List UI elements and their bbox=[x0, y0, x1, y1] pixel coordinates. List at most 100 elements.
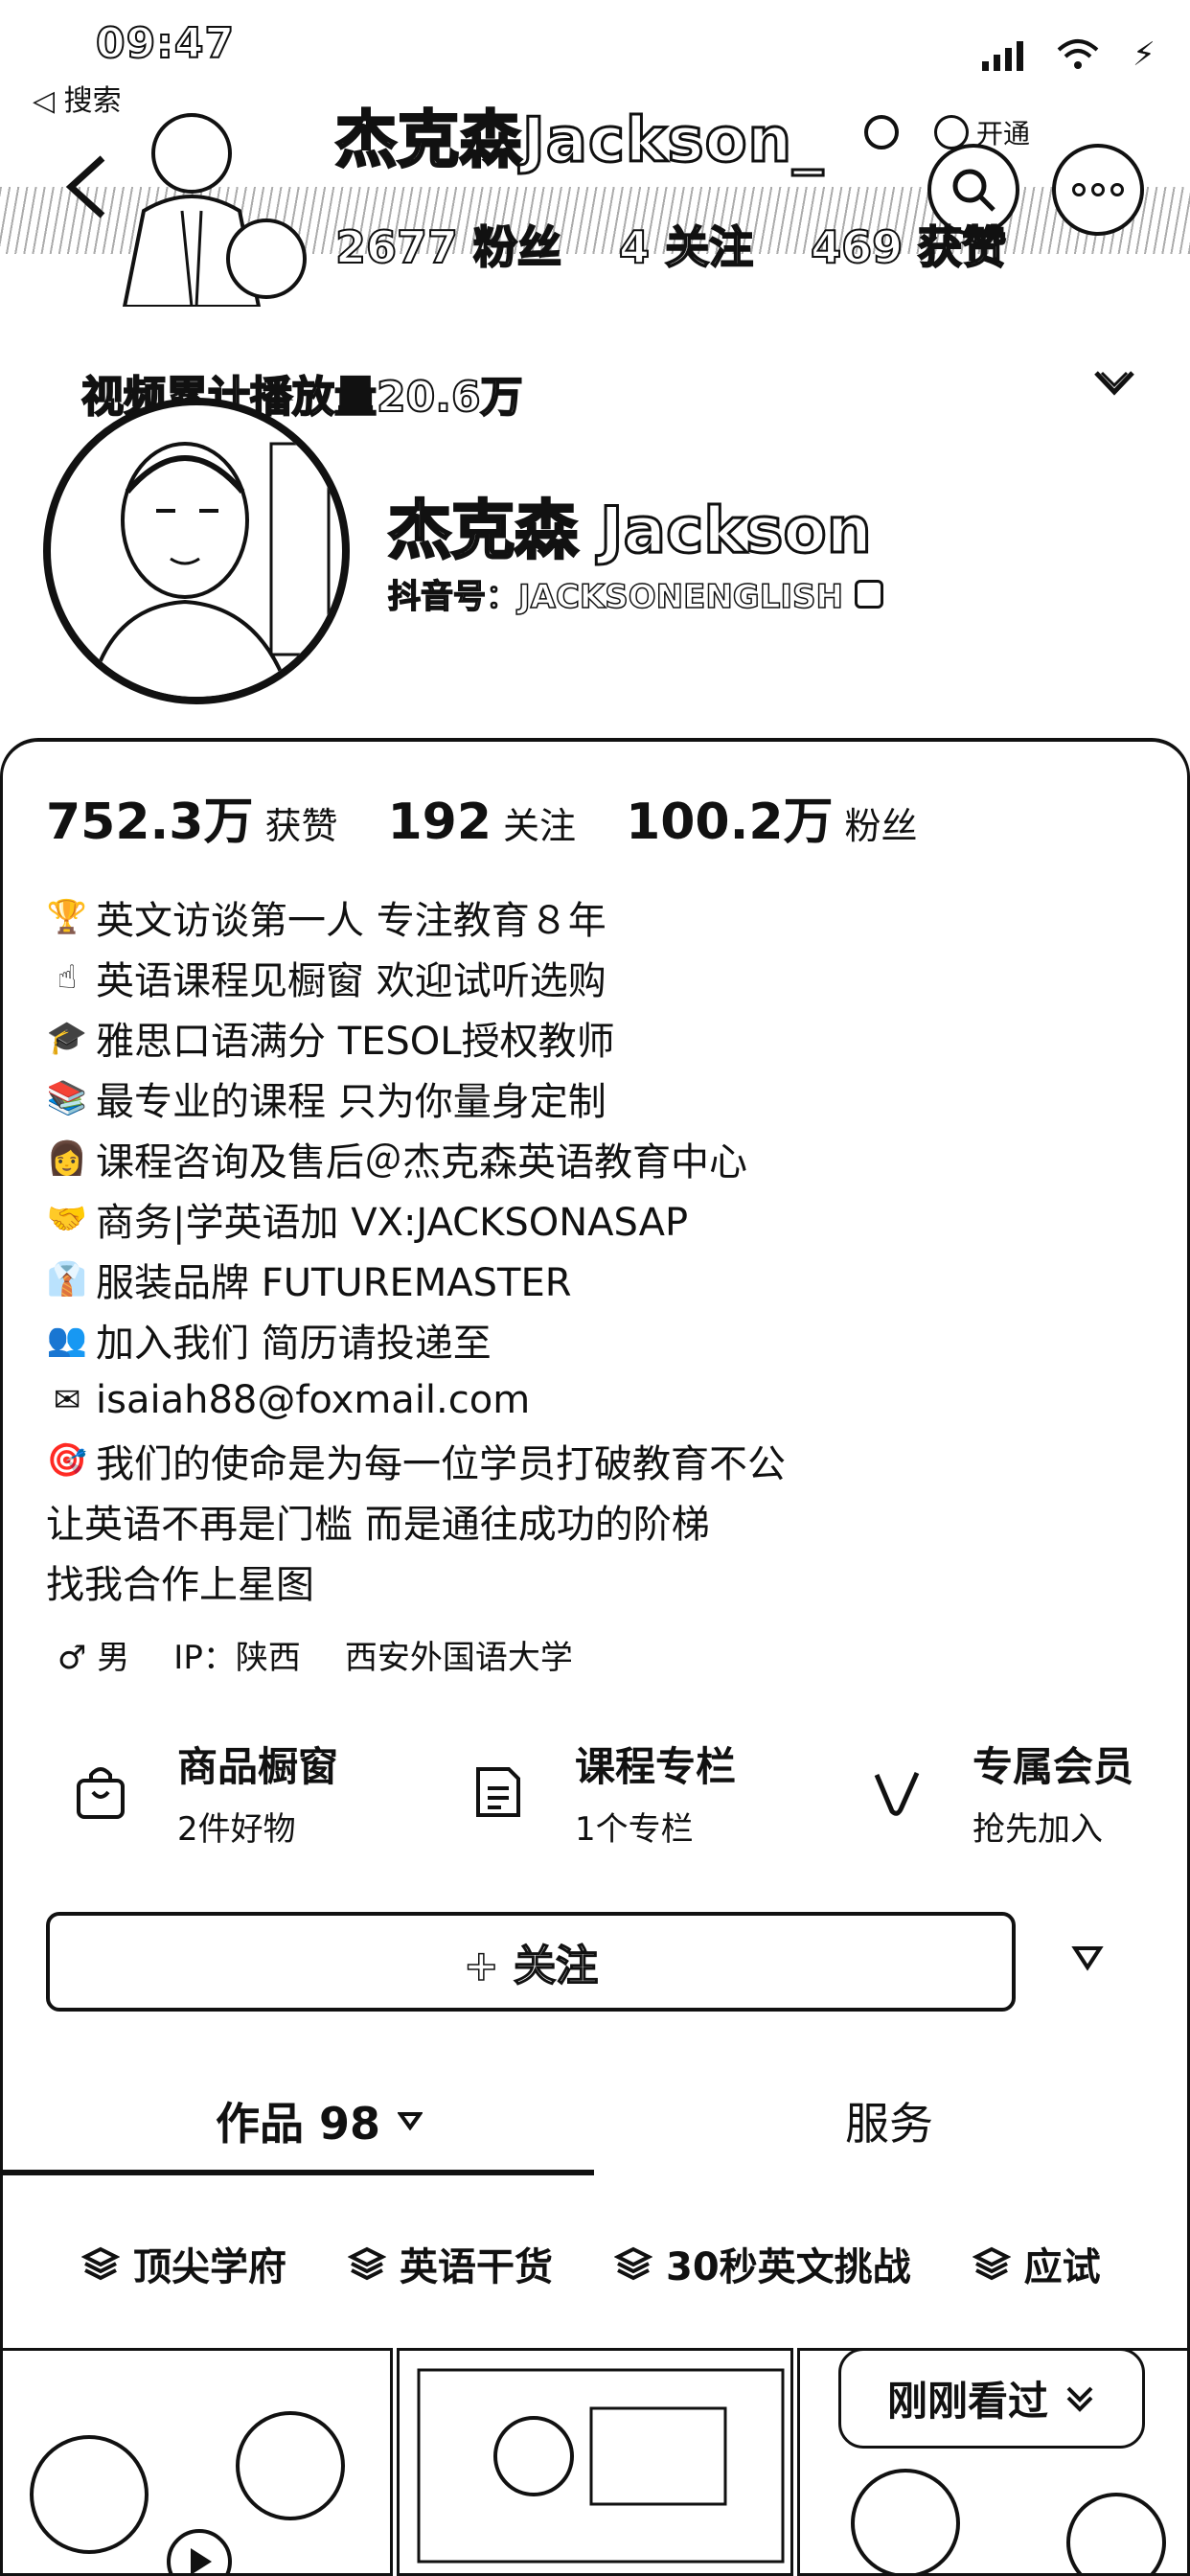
profile-shortcuts: 商品橱窗 2件好物 课程专栏 1个专栏 专属会员 抢先加入 bbox=[67, 1735, 1190, 1849]
graduation-cap-icon: 🎓 bbox=[46, 1018, 88, 1057]
layers-icon bbox=[614, 2246, 652, 2281]
shop-window-title: 商品橱窗 bbox=[177, 1743, 339, 1790]
tab-services[interactable]: 服务 bbox=[845, 2089, 933, 2152]
bio-text: 商务|学英语加 VX:JACKSONASAP bbox=[96, 1200, 689, 1245]
gender-tag: ♂ 男 bbox=[57, 1639, 130, 1677]
douyin-id-text: 抖音号：JACKSONENGLISH bbox=[387, 577, 843, 617]
bio-text: 找我合作上星图 bbox=[46, 1562, 314, 1607]
bio-line: 👩 课程咨询及售后＠杰克森英语教育中心 bbox=[46, 1128, 1157, 1188]
chip-label: 英语干货 bbox=[400, 2245, 553, 2289]
follow-button[interactable]: + 关注 bbox=[46, 1912, 1016, 2012]
header-username: 杰克森Jackson_ bbox=[333, 104, 825, 178]
avatar[interactable] bbox=[43, 398, 350, 704]
bio-line: 🎓 雅思口语满分 TESOL授权教师 bbox=[46, 1007, 1157, 1068]
bio-line: 🏆 英文访谈第一人 专注教育８年 bbox=[46, 886, 1157, 947]
profile-name: 杰克森 Jackson bbox=[387, 493, 874, 569]
school-tag[interactable]: 西安外国语大学 bbox=[345, 1631, 573, 1678]
bio-text: 雅思口语满分 TESOL授权教师 bbox=[96, 1019, 615, 1064]
back-to-search-link[interactable]: ◁ 搜索 bbox=[33, 77, 122, 119]
douyin-id[interactable]: 抖音号：JACKSONENGLISH bbox=[387, 570, 883, 617]
chip-label: 应试 bbox=[1023, 2245, 1101, 2289]
chip-label: 顶尖学府 bbox=[133, 2245, 286, 2289]
status-icons: ⚡ bbox=[982, 35, 1156, 74]
battery-charging-icon: ⚡ bbox=[1133, 35, 1156, 74]
recently-viewed-label: 刚刚看过 bbox=[886, 2378, 1048, 2425]
shop-window-sub: 2件好物 bbox=[177, 1810, 296, 1849]
bio-text: 最专业的课程 只为你量身定制 bbox=[96, 1079, 606, 1124]
trophy-icon: 🏆 bbox=[46, 897, 88, 936]
tab-works-label: 作品 98 bbox=[216, 2098, 381, 2150]
bio-line: 👥 加入我们 简历请投递至 bbox=[46, 1309, 1157, 1369]
more-dots-icon bbox=[1072, 183, 1124, 196]
bio-line: 👔 服装品牌 FUTUREMASTER bbox=[46, 1249, 1157, 1309]
avatar-portrait bbox=[87, 442, 331, 697]
profile-meta: ♂ 男 IP：陕西 西安外国语大学 bbox=[57, 1631, 573, 1678]
back-arrow-icon[interactable] bbox=[59, 153, 117, 220]
membership-shortcut[interactable]: 专属会员 抢先加入 bbox=[862, 1735, 1133, 1850]
fans-label: 粉丝 bbox=[844, 805, 918, 847]
ip-location-tag: IP：陕西 bbox=[173, 1639, 301, 1677]
recently-viewed-button[interactable]: 刚刚看过 bbox=[838, 2348, 1145, 2449]
header-fans-count: 2677 粉丝 bbox=[334, 220, 562, 274]
chip-30s-challenge[interactable]: 30秒英文挑战 bbox=[614, 2236, 911, 2291]
wifi-icon bbox=[1057, 39, 1099, 69]
bio-text: 我们的使命是为每一位学员打破教育不公 bbox=[96, 1441, 786, 1486]
bio-line: ✉ isaiah88@foxmail.com bbox=[46, 1369, 1157, 1430]
copy-icon[interactable] bbox=[854, 579, 883, 609]
chip-label: 30秒英文挑战 bbox=[666, 2245, 911, 2289]
bio-line: ☝ 英语课程见橱窗 欢迎试听选购 bbox=[46, 947, 1157, 1007]
people-icon: 👥 bbox=[46, 1320, 88, 1359]
profile-counts: 752.3万 获赞 192 关注 100.2万 粉丝 bbox=[46, 781, 918, 853]
profile-header: 09:47 ◁ 搜索 ⚡ 杰克森Jackson_ 开通 2677 粉丝 4 关注… bbox=[0, 0, 1190, 757]
thumbnail-image bbox=[30, 2411, 345, 2573]
shopping-bag-icon bbox=[67, 1759, 134, 1826]
shop-window-shortcut[interactable]: 商品橱窗 2件好物 bbox=[67, 1735, 338, 1850]
chip-english-tips[interactable]: 英语干货 bbox=[348, 2236, 553, 2291]
search-icon bbox=[952, 169, 995, 212]
likes-label: 获赞 bbox=[264, 805, 338, 847]
tab-services-label: 服务 bbox=[845, 2098, 933, 2150]
chip-top-schools[interactable]: 顶尖学府 bbox=[81, 2236, 286, 2291]
eye-icon bbox=[864, 115, 899, 150]
bio-text: 课程咨询及售后＠杰克森英语教育中心 bbox=[96, 1139, 747, 1184]
signal-icon bbox=[982, 38, 1023, 71]
header-following-count: 4 关注 bbox=[618, 220, 754, 274]
pointing-hand-icon: ☝ bbox=[57, 957, 78, 997]
course-column-title: 课程专栏 bbox=[575, 1743, 737, 1790]
bio-line: 找我合作上星图 bbox=[46, 1551, 1157, 1611]
v-badge-icon bbox=[862, 1759, 929, 1826]
chip-exam[interactable]: 应试 bbox=[972, 2236, 1101, 2291]
fans-stat[interactable]: 100.2万 粉丝 bbox=[626, 781, 918, 853]
bio: 🏆 英文访谈第一人 专注教育８年 ☝ 英语课程见橱窗 欢迎试听选购 🎓 雅思口语满分 … bbox=[46, 886, 1157, 1611]
bio-line: 📚 最专业的课程 只为你量身定制 bbox=[46, 1068, 1157, 1128]
caret-down-icon[interactable] bbox=[1071, 1944, 1104, 1972]
document-icon bbox=[465, 1759, 532, 1826]
bio-email[interactable]: isaiah88@foxmail.com bbox=[96, 1378, 530, 1422]
membership-title: 专属会员 bbox=[973, 1743, 1134, 1790]
bio-text: 服装品牌 FUTUREMASTER bbox=[96, 1260, 572, 1305]
target-icon: 🎯 bbox=[46, 1440, 88, 1480]
likes-stat[interactable]: 752.3万 获赞 bbox=[46, 781, 338, 853]
thumbnail-image bbox=[417, 2368, 785, 2564]
envelope-icon: ✉ bbox=[53, 1380, 81, 1419]
bio-line: 让英语不再是门槛 而是通往成功的阶梯 bbox=[46, 1490, 1157, 1551]
caret-down-icon bbox=[398, 2112, 423, 2130]
following-count: 192 bbox=[387, 794, 492, 851]
course-column-shortcut[interactable]: 课程专栏 1个专栏 bbox=[465, 1735, 736, 1850]
fans-count: 100.2万 bbox=[626, 794, 834, 851]
tab-works[interactable]: 作品 98 bbox=[216, 2089, 423, 2152]
bio-line: 🎯 我们的使命是为每一位学员打破教育不公 bbox=[46, 1430, 1157, 1490]
layers-icon bbox=[81, 2246, 120, 2281]
status-time: 09:47 bbox=[95, 18, 236, 69]
video-thumbnail[interactable] bbox=[0, 2348, 393, 2576]
collection-chips: 顶尖学府 英语干货 30秒英文挑战 应试 bbox=[81, 2236, 1101, 2291]
chevron-down-icon[interactable] bbox=[1092, 369, 1136, 398]
chevron-down-icon bbox=[1066, 2386, 1093, 2412]
books-icon: 📚 bbox=[46, 1078, 88, 1117]
handshake-icon: 🤝 bbox=[46, 1199, 88, 1238]
video-thumbnail[interactable] bbox=[397, 2348, 793, 2576]
more-options-button[interactable] bbox=[1052, 144, 1144, 236]
layers-icon bbox=[972, 2246, 1011, 2281]
following-stat[interactable]: 192 关注 bbox=[388, 794, 577, 851]
bio-text: 英文访谈第一人 专注教育８年 bbox=[96, 898, 606, 943]
